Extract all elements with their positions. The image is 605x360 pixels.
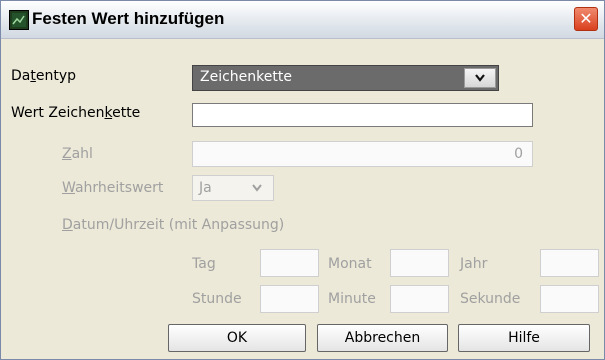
zahl-label: Zahl [62,146,93,162]
stunde-input[interactable] [260,285,319,313]
wahrheit-label-post: ahrheitswert [74,180,164,196]
help-button[interactable]: Hilfe [458,324,590,352]
close-icon: ✕ [579,9,593,28]
sekunde-input[interactable] [540,285,599,313]
zahl-label-post: ahl [71,146,93,162]
jahr-label: Jahr [460,256,488,272]
minute-input[interactable] [390,285,449,313]
chevron-down-icon[interactable] [464,68,496,88]
wert-label-mnemonic: k [104,105,113,121]
ok-button[interactable]: OK [168,324,306,352]
wahrheitswert-select[interactable]: Ja [192,175,274,201]
datentyp-select-value: Zeichenkette [200,69,292,85]
wert-label-pre: Wert Zeichen [11,105,105,121]
app-icon [9,10,29,30]
datentyp-select[interactable]: Zeichenkette [192,65,499,91]
zahl-value: 0 [514,146,523,162]
wert-zeichenkette-label: Wert Zeichenkette [11,105,140,121]
sekunde-label: Sekunde [460,291,521,307]
wahrheit-label-mnemonic: W [62,180,75,196]
wahrheitswert-value: Ja [199,180,212,196]
datum-label-post: atum/Uhrzeit (mit Anpassung) [72,217,285,233]
stunde-label: Stunde [192,291,242,307]
zahl-label-mnemonic: Z [62,146,72,162]
title-bar[interactable]: Festen Wert hinzufügen ✕ [1,1,604,39]
dialog-window: Festen Wert hinzufügen ✕ Datentyp Zeiche… [0,0,605,360]
monat-label: Monat [328,256,372,272]
window-title: Festen Wert hinzufügen [32,9,225,28]
tag-input[interactable] [260,249,319,277]
tag-label: Tag [192,256,216,272]
monat-input[interactable] [390,249,449,277]
datentyp-label: Datentyp [11,68,76,84]
datum-label-mnemonic: D [62,217,73,233]
cancel-button[interactable]: Abbrechen [317,324,448,352]
datum-uhrzeit-label: Datum/Uhrzeit (mit Anpassung) [62,217,284,233]
minute-label: Minute [328,291,376,307]
wert-label-post: ette [112,105,141,121]
chevron-down-icon[interactable] [251,180,263,196]
wert-zeichenkette-input[interactable] [192,103,533,127]
close-button[interactable]: ✕ [574,7,598,31]
zahl-input[interactable]: 0 [192,141,533,167]
wahrheitswert-label: Wahrheitswert [62,180,163,196]
datentyp-label-post: entyp [35,68,77,84]
datentyp-label-pre: Da [11,68,31,84]
jahr-input[interactable] [540,249,599,277]
